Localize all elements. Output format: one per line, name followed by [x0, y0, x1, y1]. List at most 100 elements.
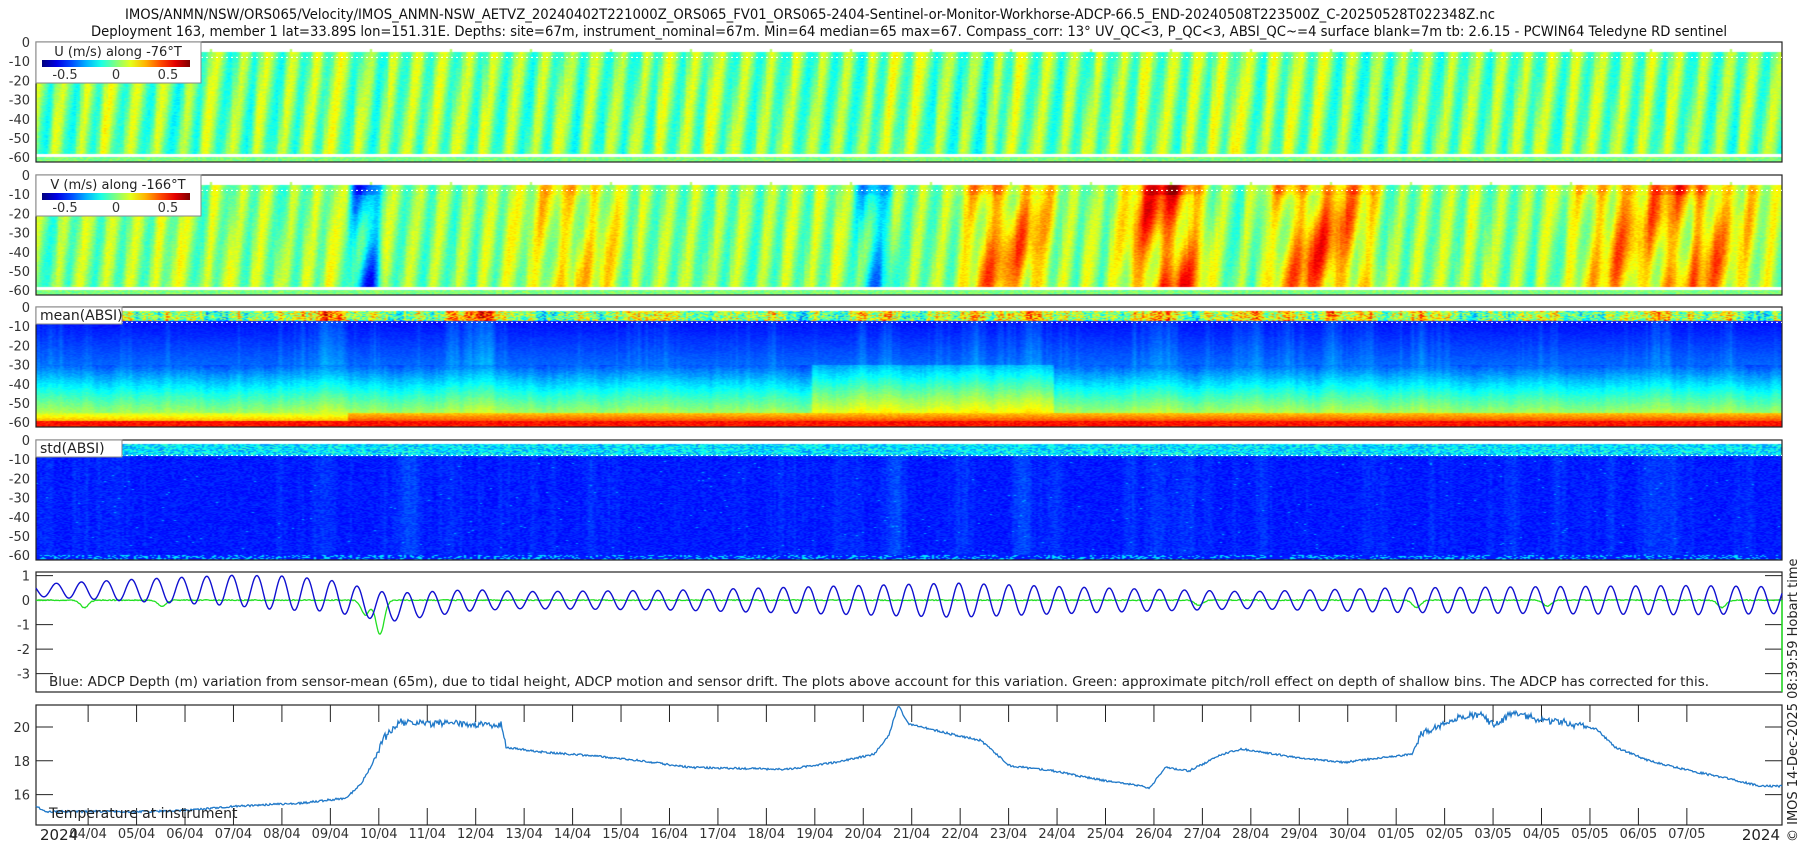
y-tick-label: 20 — [13, 721, 30, 736]
temperature-label: Temperature at instrument — [48, 806, 238, 822]
panel-frame — [35, 306, 1783, 428]
adcp-depth-line — [35, 574, 1783, 622]
x-tick-label: 01/05 — [1377, 827, 1414, 842]
y-tick-label: -2 — [17, 643, 30, 658]
x-tick-label: 27/04 — [1184, 827, 1221, 842]
y-tick-label: -50 — [9, 530, 30, 545]
x-tick-label: 07/04 — [215, 827, 252, 842]
x-tick-label: 03/05 — [1474, 827, 1511, 842]
y-tick-label: 16 — [13, 789, 30, 804]
panel-frame — [35, 41, 1783, 163]
v-colorbar — [42, 193, 190, 200]
v-legend-label: V (m/s) along -166°T — [50, 178, 185, 193]
x-tick-label: 23/04 — [990, 827, 1027, 842]
x-tick-label: 25/04 — [1087, 827, 1124, 842]
std-absi-legend: std(ABSI) — [35, 439, 123, 458]
x-tick-label: 05/04 — [118, 827, 155, 842]
y-tick-label: -20 — [9, 74, 30, 89]
title-line-1: IMOS/ANMN/NSW/ORS065/Velocity/IMOS_ANMN-… — [125, 7, 1495, 23]
x-tick-label: 19/04 — [796, 827, 833, 842]
x-tick-label: 10/04 — [360, 827, 397, 842]
x-tick-label: 16/04 — [651, 827, 688, 842]
x-tick-label: 28/04 — [1232, 827, 1269, 842]
panel-frame — [35, 571, 1783, 693]
y-tick-label: -60 — [9, 284, 30, 299]
x-tick-label: 20/04 — [845, 827, 882, 842]
x-tick-label: 05/05 — [1571, 827, 1608, 842]
y-tick-label: -10 — [9, 55, 30, 70]
y-tick-label: -50 — [9, 132, 30, 147]
x-tick-label: 26/04 — [1135, 827, 1172, 842]
y-tick-label: -50 — [9, 397, 30, 412]
x-tick-label: 29/04 — [1281, 827, 1318, 842]
x-tick-label: 14/04 — [554, 827, 591, 842]
y-tick-label: -60 — [9, 416, 30, 431]
y-tick-label: 1 — [22, 570, 30, 585]
u-colorbar-tick: -0.5 — [52, 68, 77, 83]
y-tick-label: -40 — [9, 113, 30, 128]
y-tick-label: -60 — [9, 549, 30, 564]
year-label-left: 2024 — [40, 826, 78, 844]
u-legend: U (m/s) along -76°T -0.5 0 0.5 — [35, 41, 202, 84]
y-tick-label: 0 — [22, 434, 30, 449]
y-tick-label: 18 — [13, 755, 30, 770]
figure-overlay: IMOS/ANMN/NSW/ORS065/Velocity/IMOS_ANMN-… — [9, 7, 1800, 844]
y-tick-label: -20 — [9, 339, 30, 354]
y-tick-label: -40 — [9, 511, 30, 526]
x-tick-label: 17/04 — [699, 827, 736, 842]
x-tick-label: 12/04 — [457, 827, 494, 842]
x-tick-label: 13/04 — [505, 827, 542, 842]
panel-frame — [35, 174, 1783, 296]
v-colorbar-tick: 0.5 — [158, 201, 179, 216]
y-tick-label: -50 — [9, 265, 30, 280]
y-tick-label: -30 — [9, 359, 30, 374]
x-tick-label: 07/05 — [1668, 827, 1705, 842]
y-tick-label: 0 — [22, 169, 30, 184]
mean-absi-label: mean(ABSI) — [40, 308, 123, 324]
temperature-line — [35, 705, 1783, 814]
v-legend: V (m/s) along -166°T -0.5 0 0.5 — [35, 174, 202, 217]
line-series-layer — [35, 574, 1783, 814]
u-colorbar — [42, 60, 190, 67]
u-colorbar-tick: 0 — [112, 68, 120, 83]
mean-absi-legend: mean(ABSI) — [35, 306, 123, 325]
y-tick-label: 0 — [22, 594, 30, 609]
y-tick-label: -3 — [17, 668, 30, 683]
copyright-text: © IMOS 14-Dec-2025 08:39:59 Hobart time — [1786, 558, 1800, 842]
panel-frame — [35, 704, 1783, 826]
x-tick-label: 11/04 — [409, 827, 446, 842]
x-tick-label: 18/04 — [748, 827, 785, 842]
y-tick-label: -1 — [17, 619, 30, 634]
y-tick-label: -40 — [9, 378, 30, 393]
x-tick-label: 30/04 — [1329, 827, 1366, 842]
axes-layer: 0-10-20-30-40-50-600-10-20-30-40-50-600-… — [9, 36, 1783, 842]
y-tick-label: -10 — [9, 188, 30, 203]
year-label-right: 2024 — [1742, 826, 1780, 844]
x-tick-label: 08/04 — [263, 827, 300, 842]
y-tick-label: -10 — [9, 320, 30, 335]
std-absi-label: std(ABSI) — [40, 441, 105, 457]
y-tick-label: -40 — [9, 246, 30, 261]
y-tick-label: -60 — [9, 151, 30, 166]
y-tick-label: -20 — [9, 472, 30, 487]
title-line-2: Deployment 163, member 1 lat=33.89S lon=… — [91, 24, 1727, 40]
y-tick-label: -20 — [9, 207, 30, 222]
x-tick-label: 06/05 — [1620, 827, 1657, 842]
y-tick-label: -10 — [9, 453, 30, 468]
x-tick-label: 09/04 — [312, 827, 349, 842]
y-tick-label: -30 — [9, 227, 30, 242]
x-tick-label: 22/04 — [941, 827, 978, 842]
u-legend-label: U (m/s) along -76°T — [54, 45, 182, 60]
depth-caption: Blue: ADCP Depth (m) variation from sens… — [49, 675, 1709, 690]
x-tick-label: 04/05 — [1523, 827, 1560, 842]
x-tick-label: 06/04 — [166, 827, 203, 842]
v-colorbar-tick: -0.5 — [52, 201, 77, 216]
x-tick-label: 15/04 — [602, 827, 639, 842]
panel-frame — [35, 439, 1783, 561]
y-tick-label: -30 — [9, 94, 30, 109]
u-colorbar-tick: 0.5 — [158, 68, 179, 83]
y-tick-label: -30 — [9, 492, 30, 507]
x-tick-label: 24/04 — [1038, 827, 1075, 842]
x-tick-label: 02/05 — [1426, 827, 1463, 842]
x-tick-label: 21/04 — [893, 827, 930, 842]
